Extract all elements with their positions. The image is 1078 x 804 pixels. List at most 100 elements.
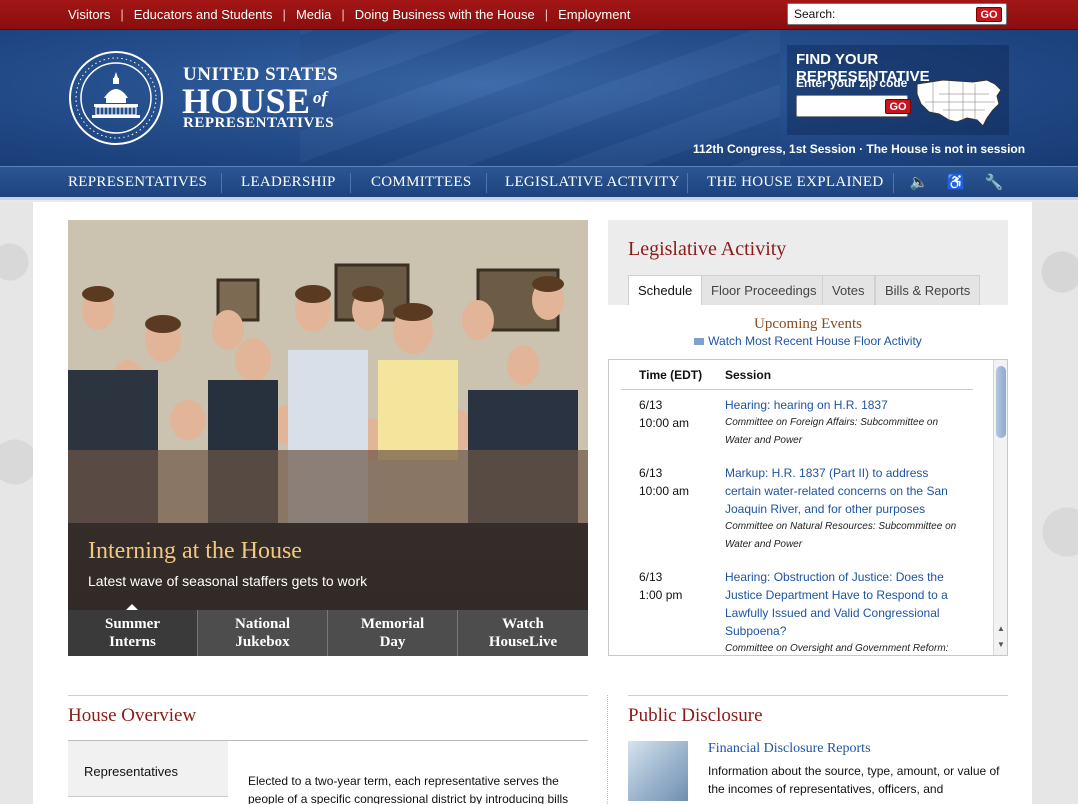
separator: |	[341, 7, 345, 22]
background-pattern-right	[1032, 202, 1078, 804]
watch-floor-link[interactable]: Watch Most Recent House Floor Activity	[608, 334, 1008, 348]
overview-text: Elected to a two-year term, each represe…	[248, 774, 569, 804]
event-datetime: 6/13 1:00 pm	[639, 568, 682, 604]
link-media[interactable]: Media	[296, 7, 331, 22]
feature-title[interactable]: Interning at the House	[88, 538, 302, 565]
tab-line: Memorial	[360, 616, 425, 632]
find-representative-box: FIND YOUR REPRESENTATIVE Enter your zip …	[787, 45, 1009, 135]
overview-item-representatives[interactable]: Representatives	[84, 764, 178, 779]
link-doing-business[interactable]: Doing Business with the House	[355, 7, 535, 22]
tab-bills-reports[interactable]: Bills & Reports	[875, 275, 981, 305]
logo-text-representatives[interactable]: REPRESENTATIVES	[183, 115, 334, 132]
crowd-photo-illustration	[68, 220, 588, 523]
feature-carousel: Interning at the House Latest wave of se…	[68, 220, 588, 656]
feature-tab-memorial-day[interactable]: Memorial Day	[328, 610, 458, 656]
link-visitors[interactable]: Visitors	[68, 7, 110, 22]
nav-separator	[486, 173, 487, 193]
tab-floor-proceedings[interactable]: Floor Proceedings	[701, 275, 827, 305]
column-divider	[607, 695, 608, 804]
tab-line: Interns	[109, 634, 156, 650]
event-title[interactable]: Hearing: hearing on H.R. 1837	[725, 396, 965, 414]
zip-code-input[interactable]: GO	[796, 95, 911, 117]
event-date: 6/13	[639, 570, 663, 584]
zip-go-button[interactable]: GO	[885, 99, 911, 114]
session-status: 112th Congress, 1st Session · The House …	[693, 142, 1026, 156]
logo-text-of: of	[313, 88, 328, 107]
capitol-seal-icon[interactable]	[68, 50, 164, 146]
feature-tab-watch-houselive[interactable]: Watch HouseLive	[458, 610, 588, 656]
house-overview-title: House Overview	[68, 705, 197, 726]
schedule-scrollbar[interactable]: ▲ ▼	[993, 360, 1007, 655]
utility-bar: Visitors | Educators and Students | Media | Do…	[0, 0, 1078, 30]
legislative-header: Legislative Activity Schedule Floor Proc…	[608, 220, 1008, 305]
nav-the-house-explained[interactable]: THE HOUSE EXPLAINED	[707, 167, 884, 198]
tools-icon[interactable]: 🔧	[984, 173, 1004, 193]
column-time: Time (EDT)	[639, 368, 703, 382]
tab-votes[interactable]: Votes	[822, 275, 875, 305]
event-committee: Committee on Oversight and Government Re…	[725, 643, 949, 654]
public-disclosure-title: Public Disclosure	[628, 705, 763, 726]
search-input[interactable]: Search: GO	[787, 3, 1007, 25]
background-pattern-left	[0, 202, 33, 804]
schedule-list: Time (EDT) Session 6/13 10:00 am Hearing:…	[608, 359, 1008, 656]
nav-leadership[interactable]: LEADERSHIP	[241, 167, 336, 198]
nav-committees[interactable]: COMMITTEES	[371, 167, 472, 198]
tab-line: Watch	[502, 616, 544, 632]
event-datetime: 6/13 10:00 am	[639, 396, 689, 432]
upcoming-events-heading: Upcoming Events	[754, 316, 862, 332]
section-rule	[68, 695, 588, 696]
tab-line: HouseLive	[488, 634, 558, 650]
nav-separator	[350, 173, 351, 193]
link-educators[interactable]: Educators and Students	[134, 7, 273, 22]
utility-links: Visitors | Educators and Students | Media | Do…	[68, 7, 630, 22]
tab-line: National	[234, 616, 290, 632]
financial-disclosure-text: Information about the source, type, amou…	[708, 764, 1000, 796]
event-time: 10:00 am	[639, 484, 690, 498]
event-committee: Committee on Foreign Affairs: Subcommitt…	[725, 417, 939, 446]
scroll-down-icon[interactable]: ▼	[996, 640, 1006, 649]
tab-schedule[interactable]: Schedule	[628, 275, 703, 305]
nav-separator	[687, 173, 688, 193]
scroll-thumb[interactable]	[996, 366, 1006, 438]
nav-representatives[interactable]: REPRESENTATIVES	[68, 167, 207, 198]
search-label: Search:	[794, 7, 836, 21]
event-title[interactable]: Markup: H.R. 1837 (Part II) to address c…	[725, 464, 965, 518]
event-date: 6/13	[639, 466, 663, 480]
feature-tab-summer-interns[interactable]: Summer Interns	[68, 610, 198, 656]
event-datetime: 6/13 10:00 am	[639, 464, 689, 500]
event-date: 6/13	[639, 398, 663, 412]
event-committee: Committee on Natural Resources: Subcommi…	[725, 521, 957, 550]
tab-line: Day	[379, 634, 406, 650]
video-icon	[694, 338, 705, 346]
schedule-header: Time (EDT) Session	[621, 360, 973, 390]
speaker-icon[interactable]: 🔈	[909, 173, 929, 193]
tab-line: Summer	[105, 616, 160, 632]
caption-overlay	[68, 523, 588, 610]
scroll-up-icon[interactable]: ▲	[996, 624, 1006, 633]
separator: |	[544, 7, 549, 22]
find-rep-zip-label: Enter your zip code	[796, 76, 908, 90]
feature-tabs: Summer Interns National Jukebox Memorial…	[68, 610, 588, 656]
link-employment[interactable]: Employment	[558, 7, 630, 22]
accessibility-icon[interactable]: ♿	[946, 173, 966, 193]
nav-legislative-activity[interactable]: LEGISLATIVE ACTIVITY	[505, 167, 680, 198]
nav-separator	[893, 173, 894, 193]
financial-disclosure-link[interactable]: Financial Disclosure Reports	[708, 741, 871, 757]
separator: |	[120, 7, 124, 22]
section-rule	[628, 695, 1008, 696]
watch-floor-link-text[interactable]: Watch Most Recent House Floor Activity	[708, 334, 922, 348]
nav-separator	[221, 173, 222, 193]
legislative-activity-panel: Legislative Activity Schedule Floor Proc…	[608, 220, 1008, 656]
feature-tab-national-jukebox[interactable]: National Jukebox	[198, 610, 328, 656]
us-map-icon[interactable]	[913, 74, 1005, 130]
feature-subtitle: Latest wave of seasonal staffers gets to…	[88, 573, 368, 589]
search-go-button[interactable]: GO	[976, 7, 1002, 22]
column-session: Session	[725, 368, 772, 382]
event-time: 10:00 am	[639, 416, 690, 430]
overview-side-menu: Representatives	[68, 741, 228, 797]
feature-photo[interactable]: Interning at the House Latest wave of se…	[68, 220, 588, 610]
financial-report-thumbnail[interactable]	[628, 741, 688, 801]
event-title[interactable]: Hearing: Obstruction of Justice: Does th…	[725, 568, 965, 640]
separator: |	[282, 7, 286, 22]
legislative-title: Legislative Activity	[628, 238, 787, 260]
